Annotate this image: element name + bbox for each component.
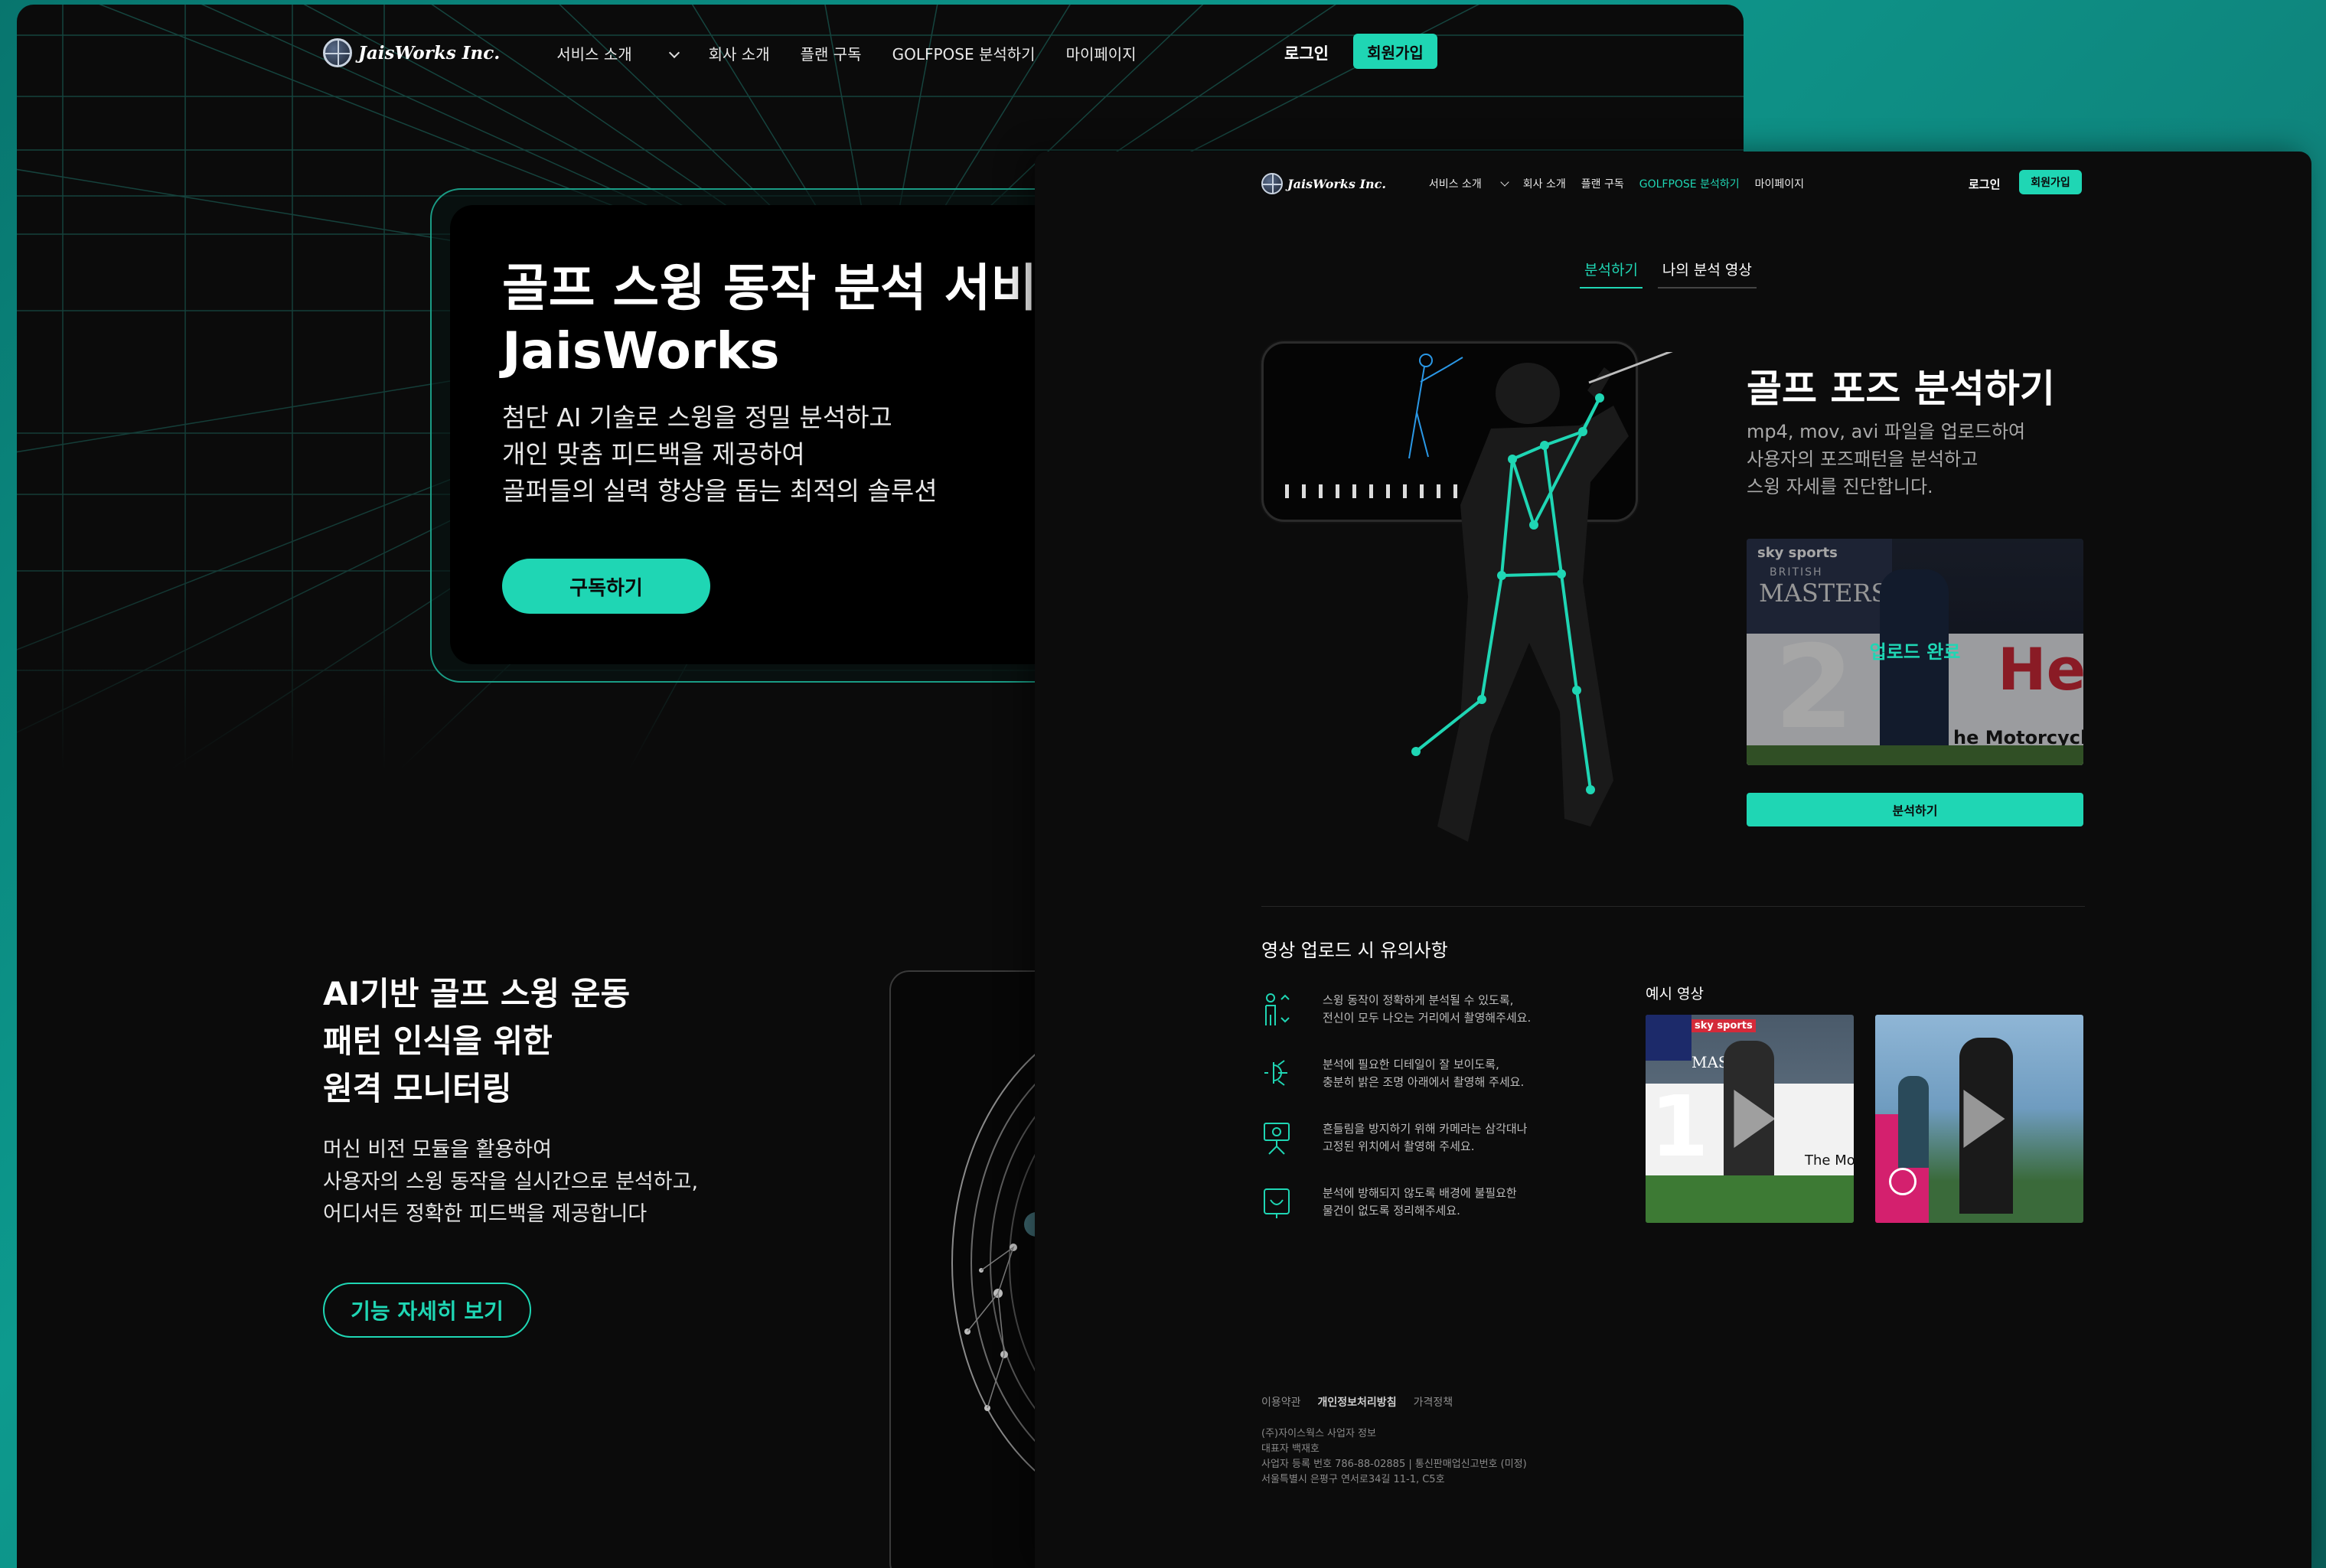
feature-details-button[interactable]: 기능 자세히 보기 [323, 1283, 531, 1338]
hero-description: 첨단 AI 기술로 스윙을 정밀 분석하고 개인 맞춤 피드백을 제공하여 골퍼… [502, 403, 938, 506]
example-videos-title: 예시 영상 [1646, 986, 1704, 1002]
nav-item-service[interactable]: 서비스 소개 [556, 42, 680, 64]
tripod-camera-icon [1264, 1123, 1290, 1155]
analysis-nav: JaisWorks Inc. 서비스 소개 회사 소개 플랜 구독 GOLFPO… [1261, 170, 2082, 197]
nav-item-company[interactable]: 회사 소개 [709, 42, 770, 64]
example-video-1[interactable]: sky sports MASTE 1 The Mot [1646, 1015, 1854, 1223]
signup-button[interactable]: 회원가입 [1353, 34, 1437, 69]
company-info: (주)자이스웍스 사업자 정보 대표자 백재호 사업자 등록 번호 786-88… [1261, 1428, 1527, 1485]
main-menu: 서비스 소개 회사 소개 플랜 구독 GOLFPOSE 분석하기 마이페이지 [1429, 176, 1819, 191]
notice-item: 흔들림을 방지하기 위해 카메라는 삼각대나 고정된 위치에서 촬영해 주세요. [1261, 1120, 1531, 1185]
nav-item-golfpose[interactable]: GOLFPOSE 분석하기 [1639, 176, 1740, 191]
analysis-window: JaisWorks Inc. 서비스 소개 회사 소개 플랜 구독 GOLFPO… [1035, 152, 2311, 1568]
tab-analyze[interactable]: 분석하기 [1580, 259, 1643, 288]
tab-my-videos[interactable]: 나의 분석 영상 [1657, 259, 1757, 288]
nav-item-plan[interactable]: 플랜 구독 [1581, 176, 1624, 191]
main-menu: 서비스 소개 회사 소개 플랜 구독 GOLFPOSE 분석하기 마이페이지 [556, 42, 1166, 64]
upload-notice-list: 스윙 동작이 정확하게 분석될 수 있도록, 전신이 모두 나오는 거리에서 촬영… [1261, 992, 1531, 1249]
notice-item: 분석에 필요한 디테일이 잘 보이도록, 충분히 밝은 조명 아래에서 촬영해 주… [1261, 1056, 1531, 1120]
nav-item-company[interactable]: 회사 소개 [1523, 176, 1566, 191]
login-link[interactable]: 로그인 [1284, 41, 1329, 64]
subscribe-button[interactable]: 구독하기 [502, 559, 710, 614]
play-icon [1734, 1090, 1776, 1148]
chevron-down-icon [1500, 178, 1509, 187]
footer-links: 이용약관 개인정보처리방침 가격정책 [1261, 1394, 1527, 1410]
brand-name: JaisWorks Inc. [358, 42, 501, 64]
signup-button[interactable]: 회원가입 [2019, 170, 2082, 194]
footer: 이용약관 개인정보처리방침 가격정책 (주)자이스웍스 사업자 정보 대표자 백… [1261, 1394, 1527, 1488]
clean-background-icon [1264, 1188, 1290, 1218]
upload-notice-title: 영상 업로드 시 유의사항 [1261, 940, 1448, 961]
analyze-button[interactable]: 분석하기 [1747, 793, 2083, 826]
page-description: mp4, mov, avi 파일을 업로드하여 사용자의 포즈패턴을 분석하고 … [1747, 421, 2026, 497]
chevron-down-icon [668, 47, 680, 58]
logo[interactable]: JaisWorks Inc. [1261, 173, 1386, 194]
golfer-pose-illustration [1411, 352, 1673, 842]
nav-item-service[interactable]: 서비스 소개 [1429, 176, 1509, 191]
page-title: 골프 포즈 분석하기 [1747, 367, 2055, 411]
brand-name: JaisWorks Inc. [1287, 176, 1386, 191]
globe-logo-icon [323, 38, 352, 67]
footer-link-terms[interactable]: 이용약관 [1261, 1394, 1301, 1410]
hero-title: 골프 스윙 동작 분석 서비스 JaisWorks [502, 259, 1084, 380]
nav-item-golfpose[interactable]: GOLFPOSE 분석하기 [892, 42, 1036, 64]
login-link[interactable]: 로그인 [1969, 176, 2000, 192]
play-icon [1963, 1090, 2005, 1148]
notice-item: 스윙 동작이 정확하게 분석될 수 있도록, 전신이 모두 나오는 거리에서 촬영… [1261, 992, 1531, 1056]
flag-icon [1646, 1015, 1691, 1061]
nav-item-mypage[interactable]: 마이페이지 [1755, 176, 1804, 191]
feature-section-description: 머신 비전 모듈을 활용하여 사용자의 스윙 동작을 실시간으로 분석하고, 어… [323, 1138, 699, 1226]
person-frame-icon [1265, 993, 1290, 1025]
upload-status: 업로드 완료 [1869, 641, 1961, 663]
example-video-2[interactable] [1875, 1015, 2083, 1223]
landing-nav: JaisWorks Inc. 서비스 소개 회사 소개 플랜 구독 GOLFPO… [323, 31, 1471, 75]
globe-logo-icon [1261, 173, 1283, 194]
footer-link-privacy[interactable]: 개인정보처리방침 [1318, 1394, 1397, 1410]
footer-link-pricing[interactable]: 가격정책 [1414, 1394, 1453, 1410]
section-divider [1261, 906, 2085, 907]
uploaded-video-preview[interactable]: sky sports BRITISH MASTERS 2 He he Motor… [1747, 539, 2083, 765]
light-bulb-icon [1264, 1060, 1287, 1086]
notice-item: 분석에 방해되지 않도록 배경에 불필요한 물건이 없도록 정리해주세요. [1261, 1185, 1531, 1249]
feature-section-title: AI기반 골프 스윙 운동 패턴 인식을 위한 원격 모니터링 [323, 975, 631, 1107]
analysis-tabs: 분석하기 나의 분석 영상 [1580, 259, 1757, 288]
nav-item-mypage[interactable]: 마이페이지 [1066, 42, 1137, 64]
logo[interactable]: JaisWorks Inc. [323, 38, 500, 67]
nav-item-plan[interactable]: 플랜 구독 [801, 42, 862, 64]
